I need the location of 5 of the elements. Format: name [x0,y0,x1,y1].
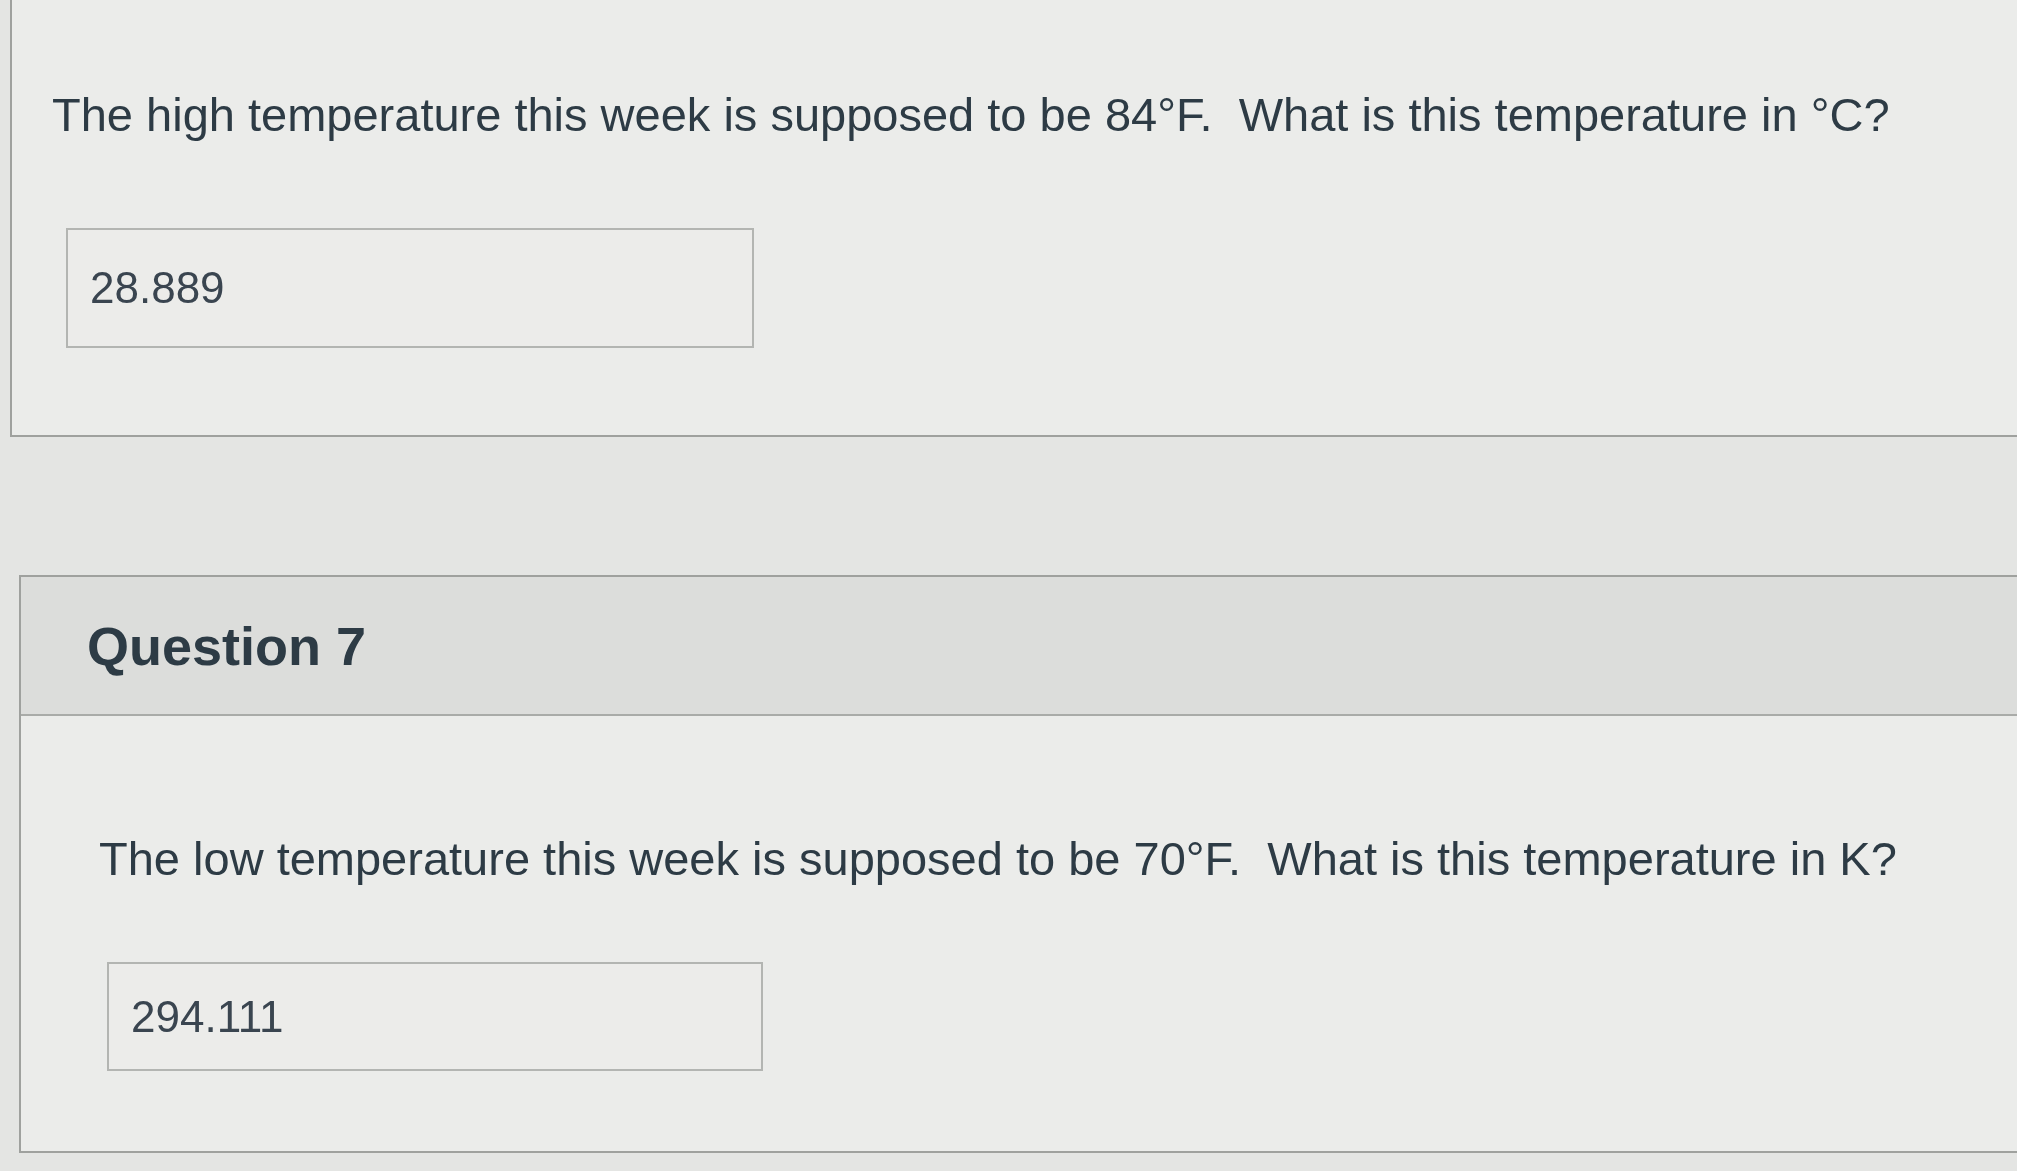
question-title: Question 7 [87,614,367,677]
question-text: The low temperature this week is supposed to be 70°F. What is this temperature in K? [99,831,1898,887]
answer-field[interactable]: 294.111 [107,962,763,1071]
question-text: The high temperature this week is supposed to be 84°F. What is this temperature in °C? [52,87,1891,143]
answer-field[interactable]: 28.889 [66,228,754,348]
